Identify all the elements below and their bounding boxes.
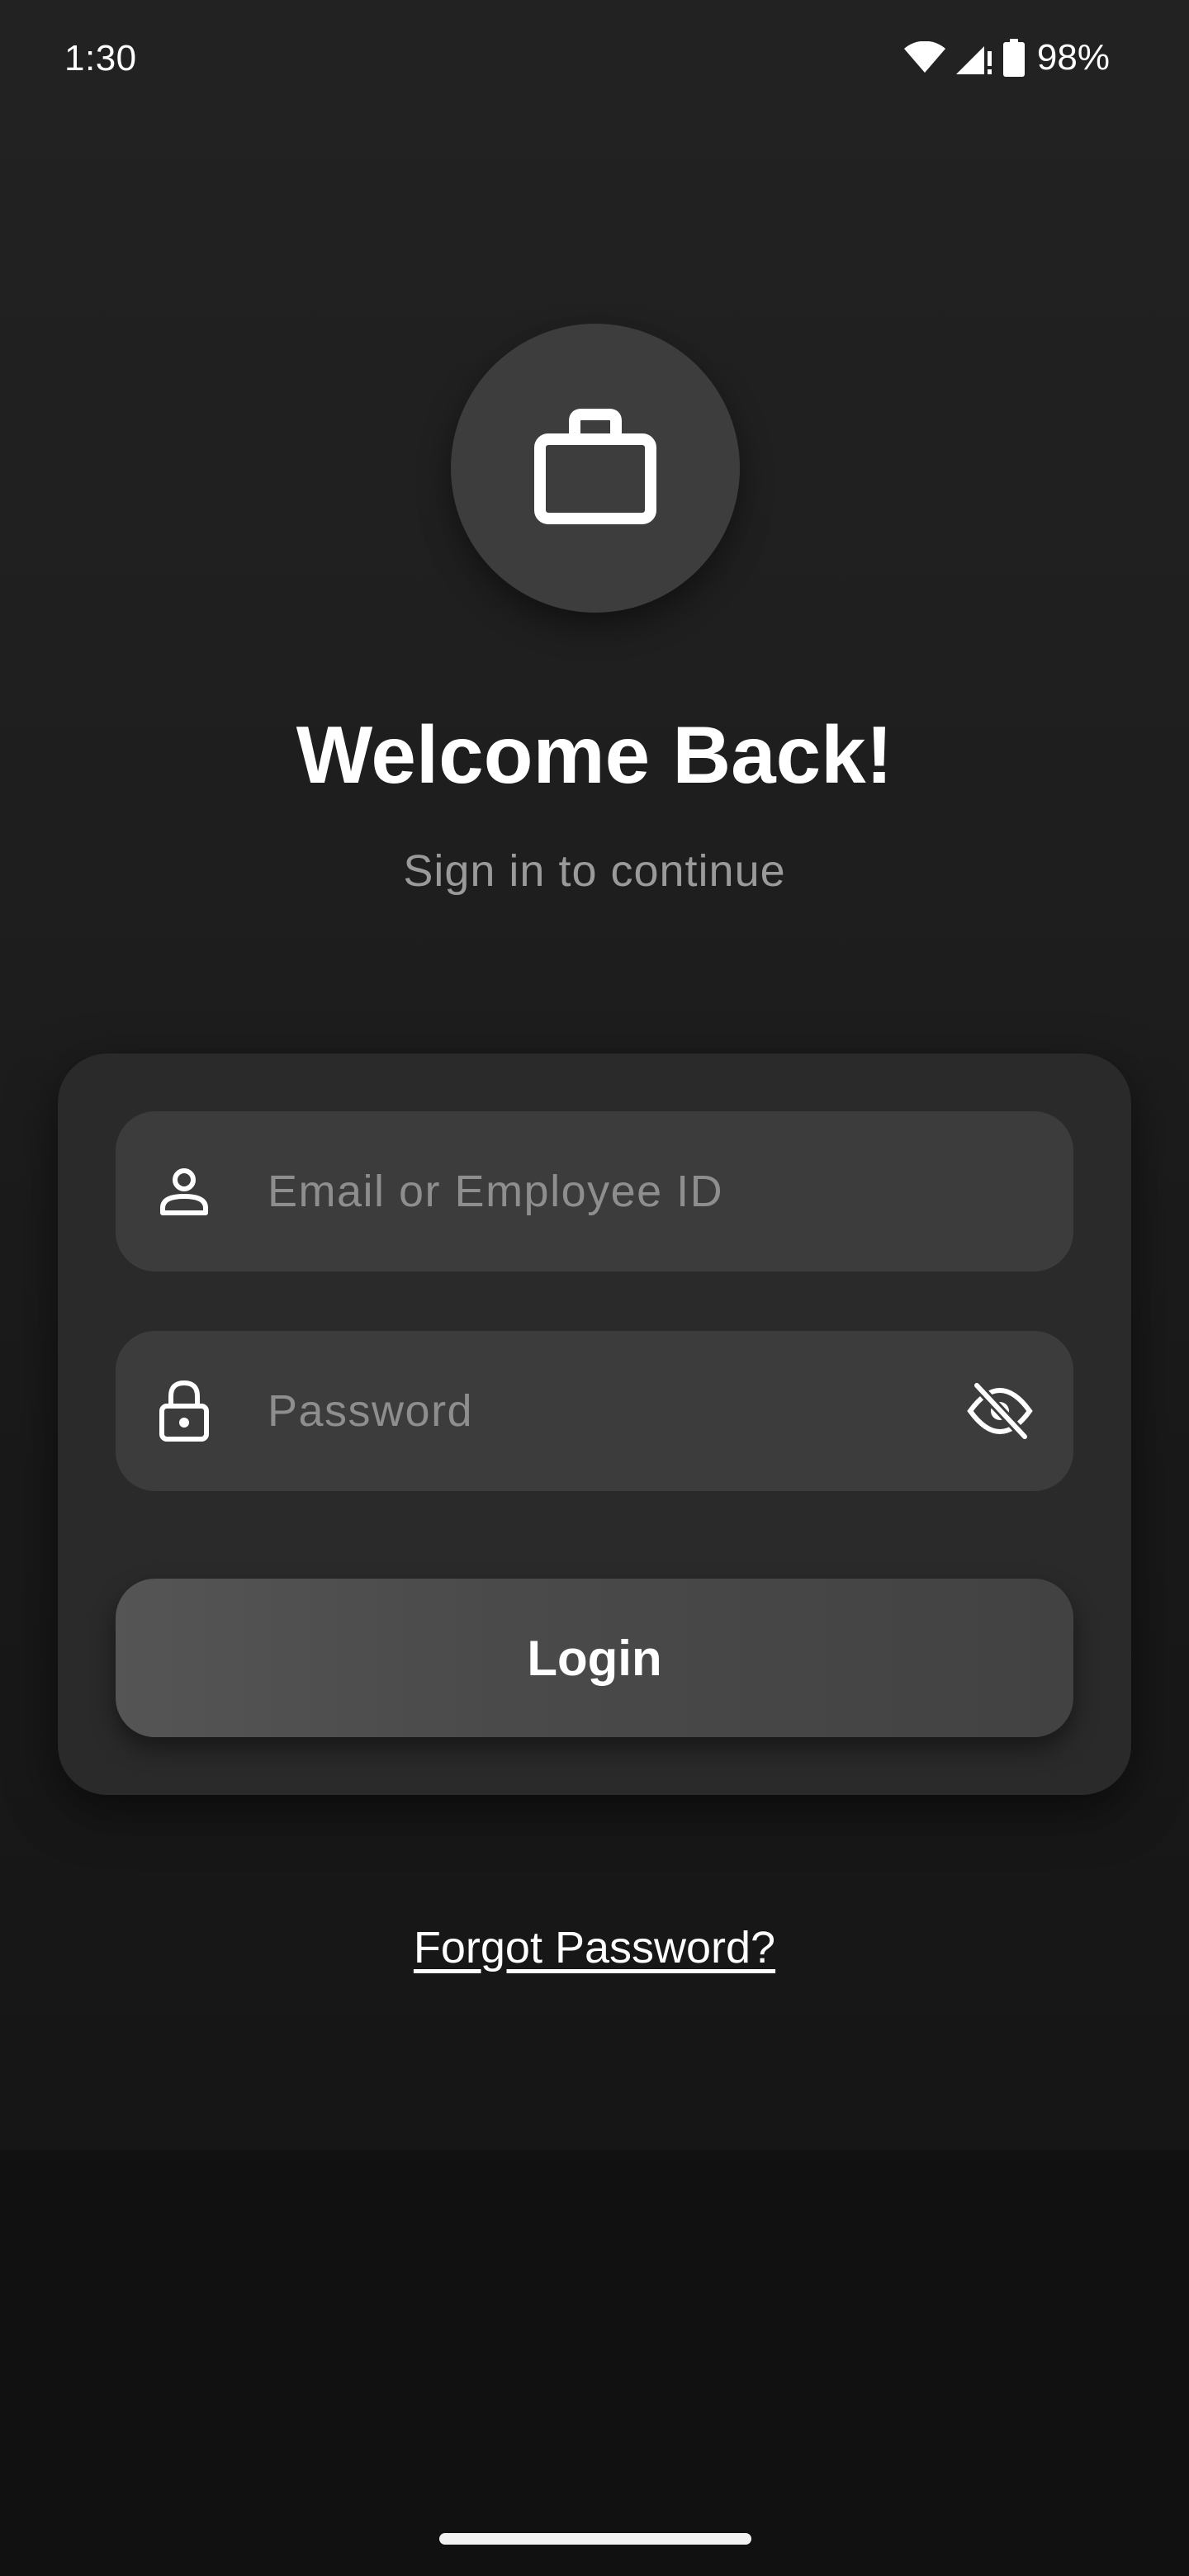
battery-percentage: 98% (1036, 37, 1110, 78)
password-input[interactable] (268, 1331, 928, 1491)
page-subtitle: Sign in to continue (403, 846, 786, 896)
battery-icon (1002, 39, 1026, 77)
forgot-password-link[interactable]: Forgot Password? (0, 1922, 1189, 1973)
status-icons: 98% (903, 36, 1110, 79)
email-field[interactable] (116, 1111, 1073, 1271)
home-indicator[interactable] (439, 2533, 751, 2545)
eye-off-icon[interactable] (964, 1376, 1035, 1447)
status-bar: 1:30 98% (0, 0, 1189, 116)
briefcase-icon (533, 408, 657, 529)
lock-icon (155, 1380, 213, 1442)
password-field[interactable] (116, 1331, 1073, 1491)
person-icon (155, 1163, 213, 1220)
page-title: Welcome Back! (296, 709, 893, 800)
app-logo (451, 324, 740, 613)
login-button[interactable]: Login (116, 1579, 1073, 1737)
cell-signal-icon (955, 40, 994, 76)
login-card: Login (58, 1054, 1131, 1795)
email-input[interactable] (268, 1111, 928, 1271)
status-time: 1:30 (64, 38, 137, 78)
wifi-icon (903, 41, 946, 74)
